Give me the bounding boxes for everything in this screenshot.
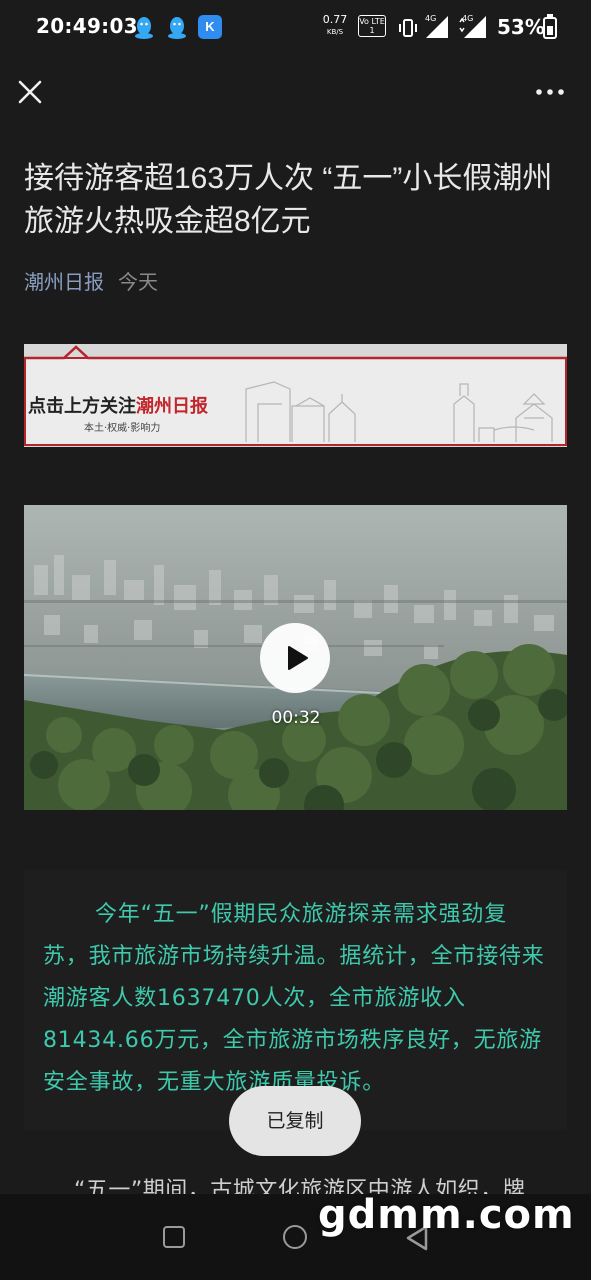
net-speed: 0.77 KB/S — [320, 14, 350, 38]
net-speed-value: 0.77 — [322, 13, 348, 26]
battery-percent: 53% — [497, 15, 545, 39]
signal-4g-label: 4G — [462, 14, 474, 23]
recents-button[interactable] — [163, 1226, 185, 1248]
close-icon[interactable] — [14, 76, 46, 108]
site-watermark: gdmm.com — [318, 1192, 575, 1238]
banner-brand: 潮州日报 — [136, 396, 208, 417]
volte-badge: Vo LTE 1 — [358, 15, 386, 37]
play-button[interactable] — [260, 623, 330, 693]
banner-slogan: 本土·权威·影响力 — [84, 423, 161, 434]
battery-level — [547, 26, 553, 35]
play-icon — [288, 646, 308, 670]
article-date: 今天 — [118, 270, 158, 294]
home-button[interactable] — [283, 1225, 307, 1249]
article-title: 接待游客超163万人次 “五一”小长假潮州旅游火热吸金超8亿元 — [24, 162, 553, 238]
article-source-link[interactable]: 潮州日报 — [24, 270, 104, 294]
battery-icon — [543, 17, 557, 39]
signal-4g-label: 4G — [425, 14, 437, 23]
app-k-icon: K — [198, 15, 222, 39]
copied-toast: 已复制 — [229, 1086, 361, 1156]
more-icon[interactable] — [534, 80, 566, 104]
status-bar: 20:49:03 K 0.77 KB/S Vo LTE 1 4G 4G 53% — [0, 0, 591, 56]
article-meta: 潮州日报 今天 — [24, 266, 158, 295]
banner-follow-text: 点击上方关注潮州日报 — [28, 392, 208, 418]
video-duration: 00:32 — [271, 708, 321, 728]
vibrate-icon — [399, 19, 417, 37]
follow-banner[interactable]: 点击上方关注潮州日报 本土·权威·影响力 — [24, 344, 567, 447]
net-speed-unit: KB/S — [326, 28, 344, 36]
banner-follow-prefix: 点击上方关注 — [28, 396, 136, 417]
qq-icon — [135, 17, 153, 39]
status-time: 20:49:03 — [36, 14, 138, 38]
qq-icon — [168, 17, 186, 39]
highlight-paragraph: 今年“五一”假期民众旅游探亲需求强劲复苏，我市旅游市场持续升温。据统计，全市接待… — [43, 902, 545, 1095]
